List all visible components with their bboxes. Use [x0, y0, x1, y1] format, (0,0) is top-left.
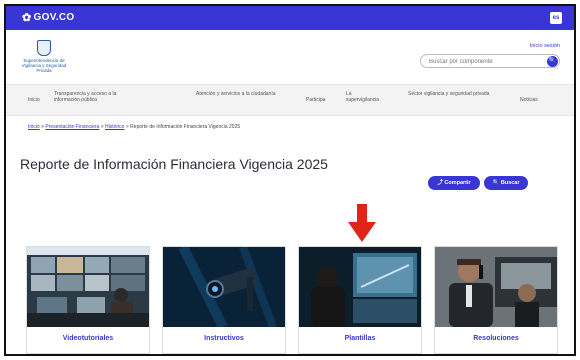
- nav-item-participa[interactable]: Participa: [306, 97, 325, 103]
- nav-item-supervigilancia[interactable]: La supervigilancia: [346, 91, 386, 103]
- search-box: 🔍: [420, 54, 560, 68]
- card-videotutoriales[interactable]: Videotutoriales: [26, 246, 150, 354]
- gov-logo-text: GOV.CO: [33, 12, 75, 23]
- card-resoluciones[interactable]: Resoluciones: [434, 246, 558, 354]
- card-label: Resoluciones: [473, 335, 519, 342]
- nav-item-atencion[interactable]: Atención y servicios a la ciudadanía: [196, 91, 278, 97]
- card-plantillas[interactable]: Plantillas: [298, 246, 422, 354]
- login-link[interactable]: Inicio sesión: [530, 43, 560, 49]
- shield-icon: [37, 40, 51, 56]
- browser-frame: ✿ GOV.CO es Superintendencia de Vigilanc…: [4, 4, 576, 356]
- breadcrumb-link-historico[interactable]: Histórico: [105, 124, 124, 130]
- breadcrumb: Inicio > Presentación Financiera > Histó…: [28, 124, 241, 130]
- search-button[interactable]: 🔍 Buscar: [484, 176, 528, 190]
- card-image: [163, 247, 285, 327]
- breadcrumb-link-inicio[interactable]: Inicio: [28, 124, 40, 130]
- site-header: Superintendencia de Vigilancia y Segurid…: [6, 30, 574, 84]
- main-nav: Inicio Transparencia y acceso a la infor…: [6, 84, 574, 116]
- breadcrumb-current: Reporte de Información Financiera Vigenc…: [130, 124, 241, 130]
- share-label: Compartir: [444, 180, 471, 186]
- card-instructivos[interactable]: Instructivos: [162, 246, 286, 354]
- card-image: [299, 247, 421, 327]
- search-button-icon: 🔍: [492, 180, 500, 186]
- nav-item-noticias[interactable]: Noticias: [520, 97, 538, 103]
- gov-co-logo[interactable]: ✿ GOV.CO: [22, 11, 74, 24]
- entity-name: Superintendencia de Vigilancia y Segurid…: [21, 58, 67, 73]
- share-icon: ⤴: [437, 180, 443, 186]
- breadcrumb-link-presentacion[interactable]: Presentación Financiera: [45, 124, 99, 130]
- card-label: Plantillas: [344, 335, 376, 342]
- search-input[interactable]: [429, 57, 539, 66]
- card-image: [27, 247, 149, 327]
- card-label: Instructivos: [204, 335, 244, 342]
- share-button[interactable]: ⤴ Compartir: [428, 176, 480, 190]
- search-button-label: Buscar: [500, 180, 520, 186]
- nav-item-inicio[interactable]: Inicio: [28, 97, 40, 103]
- search-icon[interactable]: 🔍: [547, 56, 558, 67]
- gov-logo-icon: ✿: [22, 12, 32, 24]
- nav-item-transparencia[interactable]: Transparencia y acceso a la información …: [54, 91, 138, 103]
- gov-bar: ✿ GOV.CO es: [6, 6, 574, 30]
- language-badge[interactable]: es: [550, 12, 562, 24]
- entity-logo[interactable]: Superintendencia de Vigilancia y Segurid…: [20, 40, 68, 73]
- card-image: [435, 247, 557, 327]
- nav-item-sector[interactable]: Sector vigilancia y seguridad privada: [408, 91, 492, 97]
- page-title: Reporte de Información Financiera Vigenc…: [20, 156, 328, 172]
- card-label: Videotutoriales: [62, 335, 114, 342]
- arrow-down-icon: [348, 204, 376, 242]
